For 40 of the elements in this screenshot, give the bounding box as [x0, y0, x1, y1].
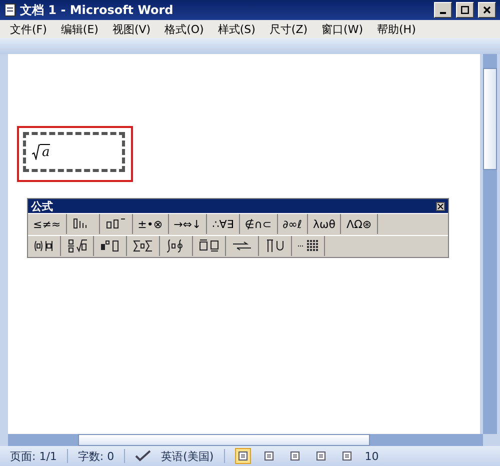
palette-title: 公式: [31, 198, 53, 214]
vertical-scrollbar[interactable]: [483, 54, 497, 434]
window-title: 文档 1 - Microsoft Word: [20, 2, 174, 18]
close-icon[interactable]: [436, 202, 445, 210]
menu-item[interactable]: 文件(F): [10, 22, 47, 36]
minimize-button[interactable]: [434, 2, 452, 18]
template-icon: [33, 238, 55, 254]
check-icon[interactable]: [135, 450, 152, 462]
menu-item[interactable]: 帮助(H): [377, 22, 416, 36]
maximize-icon: [461, 6, 469, 14]
close-button[interactable]: [478, 2, 496, 18]
word-count: 字数: 0: [78, 448, 114, 464]
page-count: 页面: 1/1: [10, 448, 57, 464]
language[interactable]: 英语(美国): [161, 448, 214, 464]
maximize-button[interactable]: [456, 2, 474, 18]
template-icon: [66, 238, 88, 254]
menu-item[interactable]: 格式(O): [164, 22, 204, 36]
equation-frame[interactable]: a: [17, 126, 133, 182]
equation-text: a: [40, 144, 50, 160]
template-icon: [99, 238, 121, 254]
menu-item[interactable]: 编辑(E): [60, 22, 98, 36]
page-icon: [290, 451, 300, 461]
horizontal-scrollbar[interactable]: [8, 434, 483, 446]
menu-item[interactable]: 尺寸(Z): [269, 22, 308, 36]
template-icon: [198, 238, 220, 254]
page-icon: [238, 451, 248, 461]
view-button[interactable]: [234, 448, 251, 464]
zoom-level[interactable]: 10: [364, 450, 379, 462]
page-icon: [264, 451, 274, 461]
template-icon: [132, 238, 154, 254]
page-icon: [342, 451, 352, 461]
radical-icon: [32, 144, 40, 160]
menu-item[interactable]: 视图(V): [112, 22, 151, 36]
menu-item[interactable]: 窗口(W): [322, 22, 363, 36]
template-icon: [297, 238, 319, 254]
close-icon: [483, 6, 491, 14]
page-icon: [316, 451, 326, 461]
template-icon: [264, 238, 286, 254]
document-icon: [4, 3, 16, 17]
menu-item[interactable]: 样式(S): [218, 22, 256, 36]
